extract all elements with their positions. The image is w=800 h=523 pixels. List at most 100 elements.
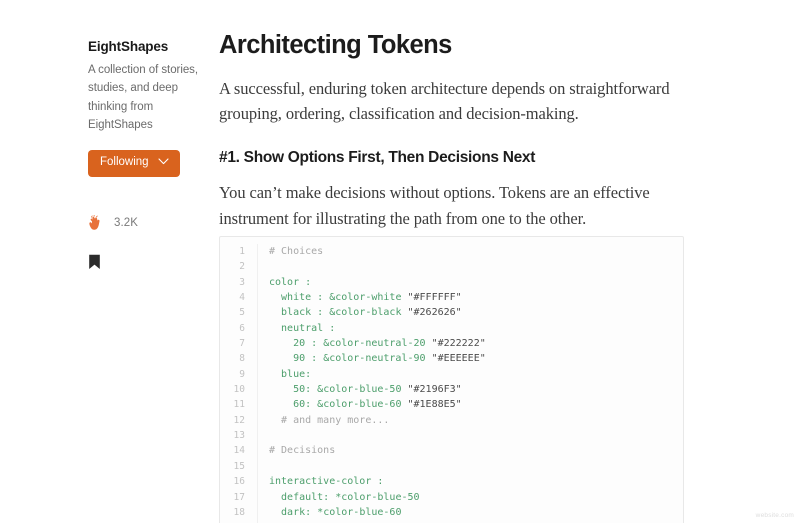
code-token-key: black : [269,307,330,319]
code-line: 17 default: *color-blue-50 [220,489,683,505]
code-line: 14 # Decisions [220,443,683,459]
code-line-text: # and many more... [269,413,389,428]
code-line-number: 1 [220,244,258,260]
code-line: 1 # Choices [220,244,683,260]
code-token-key: 50: [269,384,318,396]
code-line-text: # Choices [269,244,323,259]
code-token-key: color : [269,276,312,288]
code-token-string: "#262626" [407,307,462,319]
code-line: 16 interactive-color : [220,474,683,490]
code-token-comment: # Decisions [269,445,336,457]
code-line-number: 4 [220,290,258,306]
code-line-number: 9 [220,366,258,383]
code-line-number: 16 [220,474,258,490]
code-line-number: 18 [220,504,258,521]
section-heading: #1. Show Options First, Then Decisions N… [219,149,536,167]
code-line: 7 20 : &color-neutral-20 "#222222" [220,336,683,352]
code-line-number: 12 [220,412,258,429]
code-line: 15 [220,458,683,475]
code-token-anchor: &color-blue-60 [317,399,408,411]
code-token-key: neutral : [269,322,336,334]
code-line: 9 blue: [220,366,683,383]
code-token-comment: # Choices [269,246,324,257]
code-line-number: 6 [220,320,258,337]
code-line-text: interactive-color : [269,474,383,489]
bookmark-button[interactable] [88,254,200,275]
code-token-anchor: &color-black [329,307,408,319]
article-paragraph: You can’t make decisions without options… [219,183,650,228]
publication-description: A collection of stories, studies, and de… [88,63,199,132]
code-token-key: 90 : [269,353,324,365]
clap-icon [88,214,105,232]
code-line-text: color : [269,275,311,290]
code-line: 3 color : [220,274,683,291]
article-stats: 3.2K [88,214,200,275]
code-token-comment: # and many more... [269,414,390,426]
publication-sidebar: EightShapes A collection of stories, stu… [88,38,200,275]
chevron-down-icon [158,157,169,169]
code-token-alias: *color-blue-50 [335,491,420,503]
code-token-string: "#1E88E5" [407,399,462,411]
code-line-number: 13 [220,428,258,444]
code-line-text: black : &color-black "#262626" [269,305,462,320]
code-token-key: default: [269,491,336,503]
code-line: 11 60: &color-blue-60 "#1E88E5" [220,397,683,413]
code-line: 18 dark: *color-blue-60 [220,504,683,521]
code-token-string: "#EEEEEE" [431,353,486,365]
code-line-number: 10 [220,382,258,398]
code-line-text: # Decisions [269,443,335,458]
code-line-number: 17 [220,489,258,505]
code-token-key: blue: [269,368,312,380]
article-page: EightShapes A collection of stories, stu… [0,0,800,523]
code-token-string: "#FFFFFF" [407,292,462,304]
code-line-text: 20 : &color-neutral-20 "#222222" [269,336,486,351]
code-line-text: 50: &color-blue-50 "#2196F3" [269,382,462,397]
code-token-key: white : [269,292,330,304]
code-line-number: 14 [220,443,258,459]
code-token-key: interactive-color : [269,476,384,488]
code-token-anchor: &color-blue-50 [317,384,408,396]
code-lines: 1 # Choices 2 3 color : 4 white : &color-whit… [220,237,683,523]
clap-stat[interactable]: 3.2K [88,214,200,232]
code-line-text: dark: *color-blue-60 [269,505,401,520]
page-title: Architecting Tokens [219,31,452,59]
code-token-string: "#222222" [431,338,486,350]
code-token-string: "#2196F3" [407,384,462,396]
code-line-number: 7 [220,336,258,352]
code-line-number: 2 [220,259,258,275]
following-button-label: Following [100,156,149,169]
bookmark-icon [88,254,200,275]
code-line: 2 [220,259,683,275]
code-token-alias: *color-blue-60 [317,506,402,518]
code-token-anchor: &color-white [329,292,408,304]
code-line: 13 [220,428,683,444]
clap-count: 3.2K [114,217,139,230]
watermark: website.com [755,512,794,519]
code-line-number: 3 [220,274,258,291]
code-line-number: 15 [220,458,258,475]
code-token-key: 60: [269,399,318,411]
code-line: 5 black : &color-black "#262626" [220,305,683,321]
code-line: 12 # and many more... [220,412,683,429]
code-token-key: dark: [269,506,318,518]
code-line-text: 60: &color-blue-60 "#1E88E5" [269,397,462,412]
code-line-number: 11 [220,397,258,413]
code-token-anchor: &color-neutral-20 [323,338,432,350]
code-line-text: neutral : [269,321,335,336]
code-token-anchor: &color-neutral-90 [323,353,432,365]
code-line: 4 white : &color-white "#FFFFFF" [220,290,683,306]
code-line: 8 90 : &color-neutral-90 "#EEEEEE" [220,351,683,367]
code-line-text: white : &color-white "#FFFFFF" [269,290,462,305]
code-line-text: default: *color-blue-50 [269,490,420,505]
article-main: Architecting Tokens A successful, enduri… [219,30,687,231]
code-token-key: 20 : [269,338,324,350]
code-line-text: blue: [269,367,311,382]
publication-name: EightShapes [88,39,169,54]
code-line-number: 5 [220,305,258,321]
code-line: 6 neutral : [220,320,683,337]
code-line: 10 50: &color-blue-50 "#2196F3" [220,382,683,398]
code-block[interactable]: 1 # Choices 2 3 color : 4 white : &color-whit… [219,236,684,523]
following-button[interactable]: Following [88,150,180,177]
code-line-text: 90 : &color-neutral-90 "#EEEEEE" [269,351,486,366]
article-subtitle: A successful, enduring token architectur… [219,78,670,123]
